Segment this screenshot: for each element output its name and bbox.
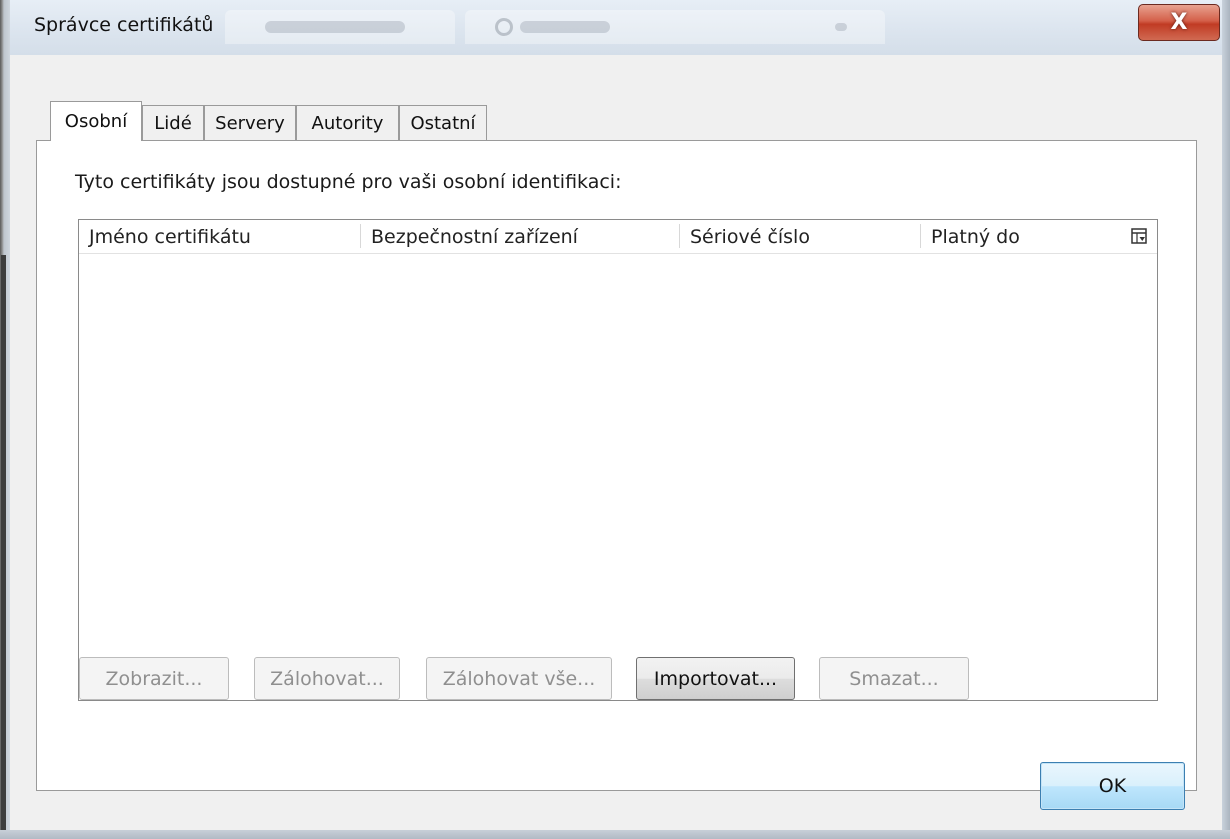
tab-servery[interactable]: Servery xyxy=(204,105,296,141)
import-button[interactable]: Importovat... xyxy=(636,657,795,700)
ok-button[interactable]: OK xyxy=(1040,762,1185,810)
window-frame-bottom xyxy=(0,830,1230,839)
column-header-serial[interactable]: Sériové číslo xyxy=(680,220,920,254)
background-browser-tab xyxy=(465,10,885,44)
window-frame-right xyxy=(1222,0,1230,839)
delete-button[interactable]: Smazat... xyxy=(819,657,969,700)
close-icon: X xyxy=(1170,10,1188,35)
import-button-label: Importovat... xyxy=(653,667,778,690)
ok-button-label: OK xyxy=(1098,775,1127,797)
backup-all-button[interactable]: Zálohovat vše... xyxy=(426,657,612,700)
backup-button[interactable]: Zálohovat... xyxy=(254,657,400,700)
close-button[interactable]: X xyxy=(1138,4,1220,41)
column-header-name[interactable]: Jméno certifikátu xyxy=(79,220,360,254)
background-browser-tab xyxy=(225,10,455,44)
tab-label: Osobní xyxy=(64,111,128,132)
panel-description: Tyto certifikáty jsou dostupné pro vaši … xyxy=(75,171,622,193)
tab-ostatni[interactable]: Ostatní xyxy=(399,105,487,141)
dialog-body: Osobní Lidé Servery Autority Ostatní Tyt… xyxy=(10,55,1222,830)
backup-all-button-label: Zálohovat vše... xyxy=(442,667,596,690)
background-window-edge xyxy=(0,0,10,839)
tab-label: Servery xyxy=(215,113,285,134)
delete-button-label: Smazat... xyxy=(849,667,939,690)
tab-label: Autority xyxy=(311,113,384,134)
tab-lide[interactable]: Lidé xyxy=(142,105,204,141)
tab-label: Ostatní xyxy=(410,113,476,134)
tab-autority[interactable]: Autority xyxy=(296,105,399,141)
certificate-list[interactable]: Jméno certifikátu Bezpečnostní zařízení … xyxy=(78,219,1158,701)
browser-tab-icon xyxy=(495,18,513,36)
tab-osobni[interactable]: Osobní xyxy=(50,101,142,141)
view-button[interactable]: Zobrazit... xyxy=(79,657,229,700)
title-bar[interactable]: Správce certifikátů X xyxy=(10,0,1222,55)
window-title: Správce certifikátů xyxy=(34,14,214,36)
column-header-device[interactable]: Bezpečnostní zařízení xyxy=(361,220,679,254)
backup-button-label: Zálohovat... xyxy=(270,667,384,690)
tab-label: Lidé xyxy=(154,113,192,134)
column-header-valid-until[interactable]: Platný do xyxy=(921,220,1111,254)
header-divider xyxy=(79,253,1157,254)
column-picker-icon[interactable] xyxy=(1131,228,1147,244)
view-button-label: Zobrazit... xyxy=(105,667,203,690)
